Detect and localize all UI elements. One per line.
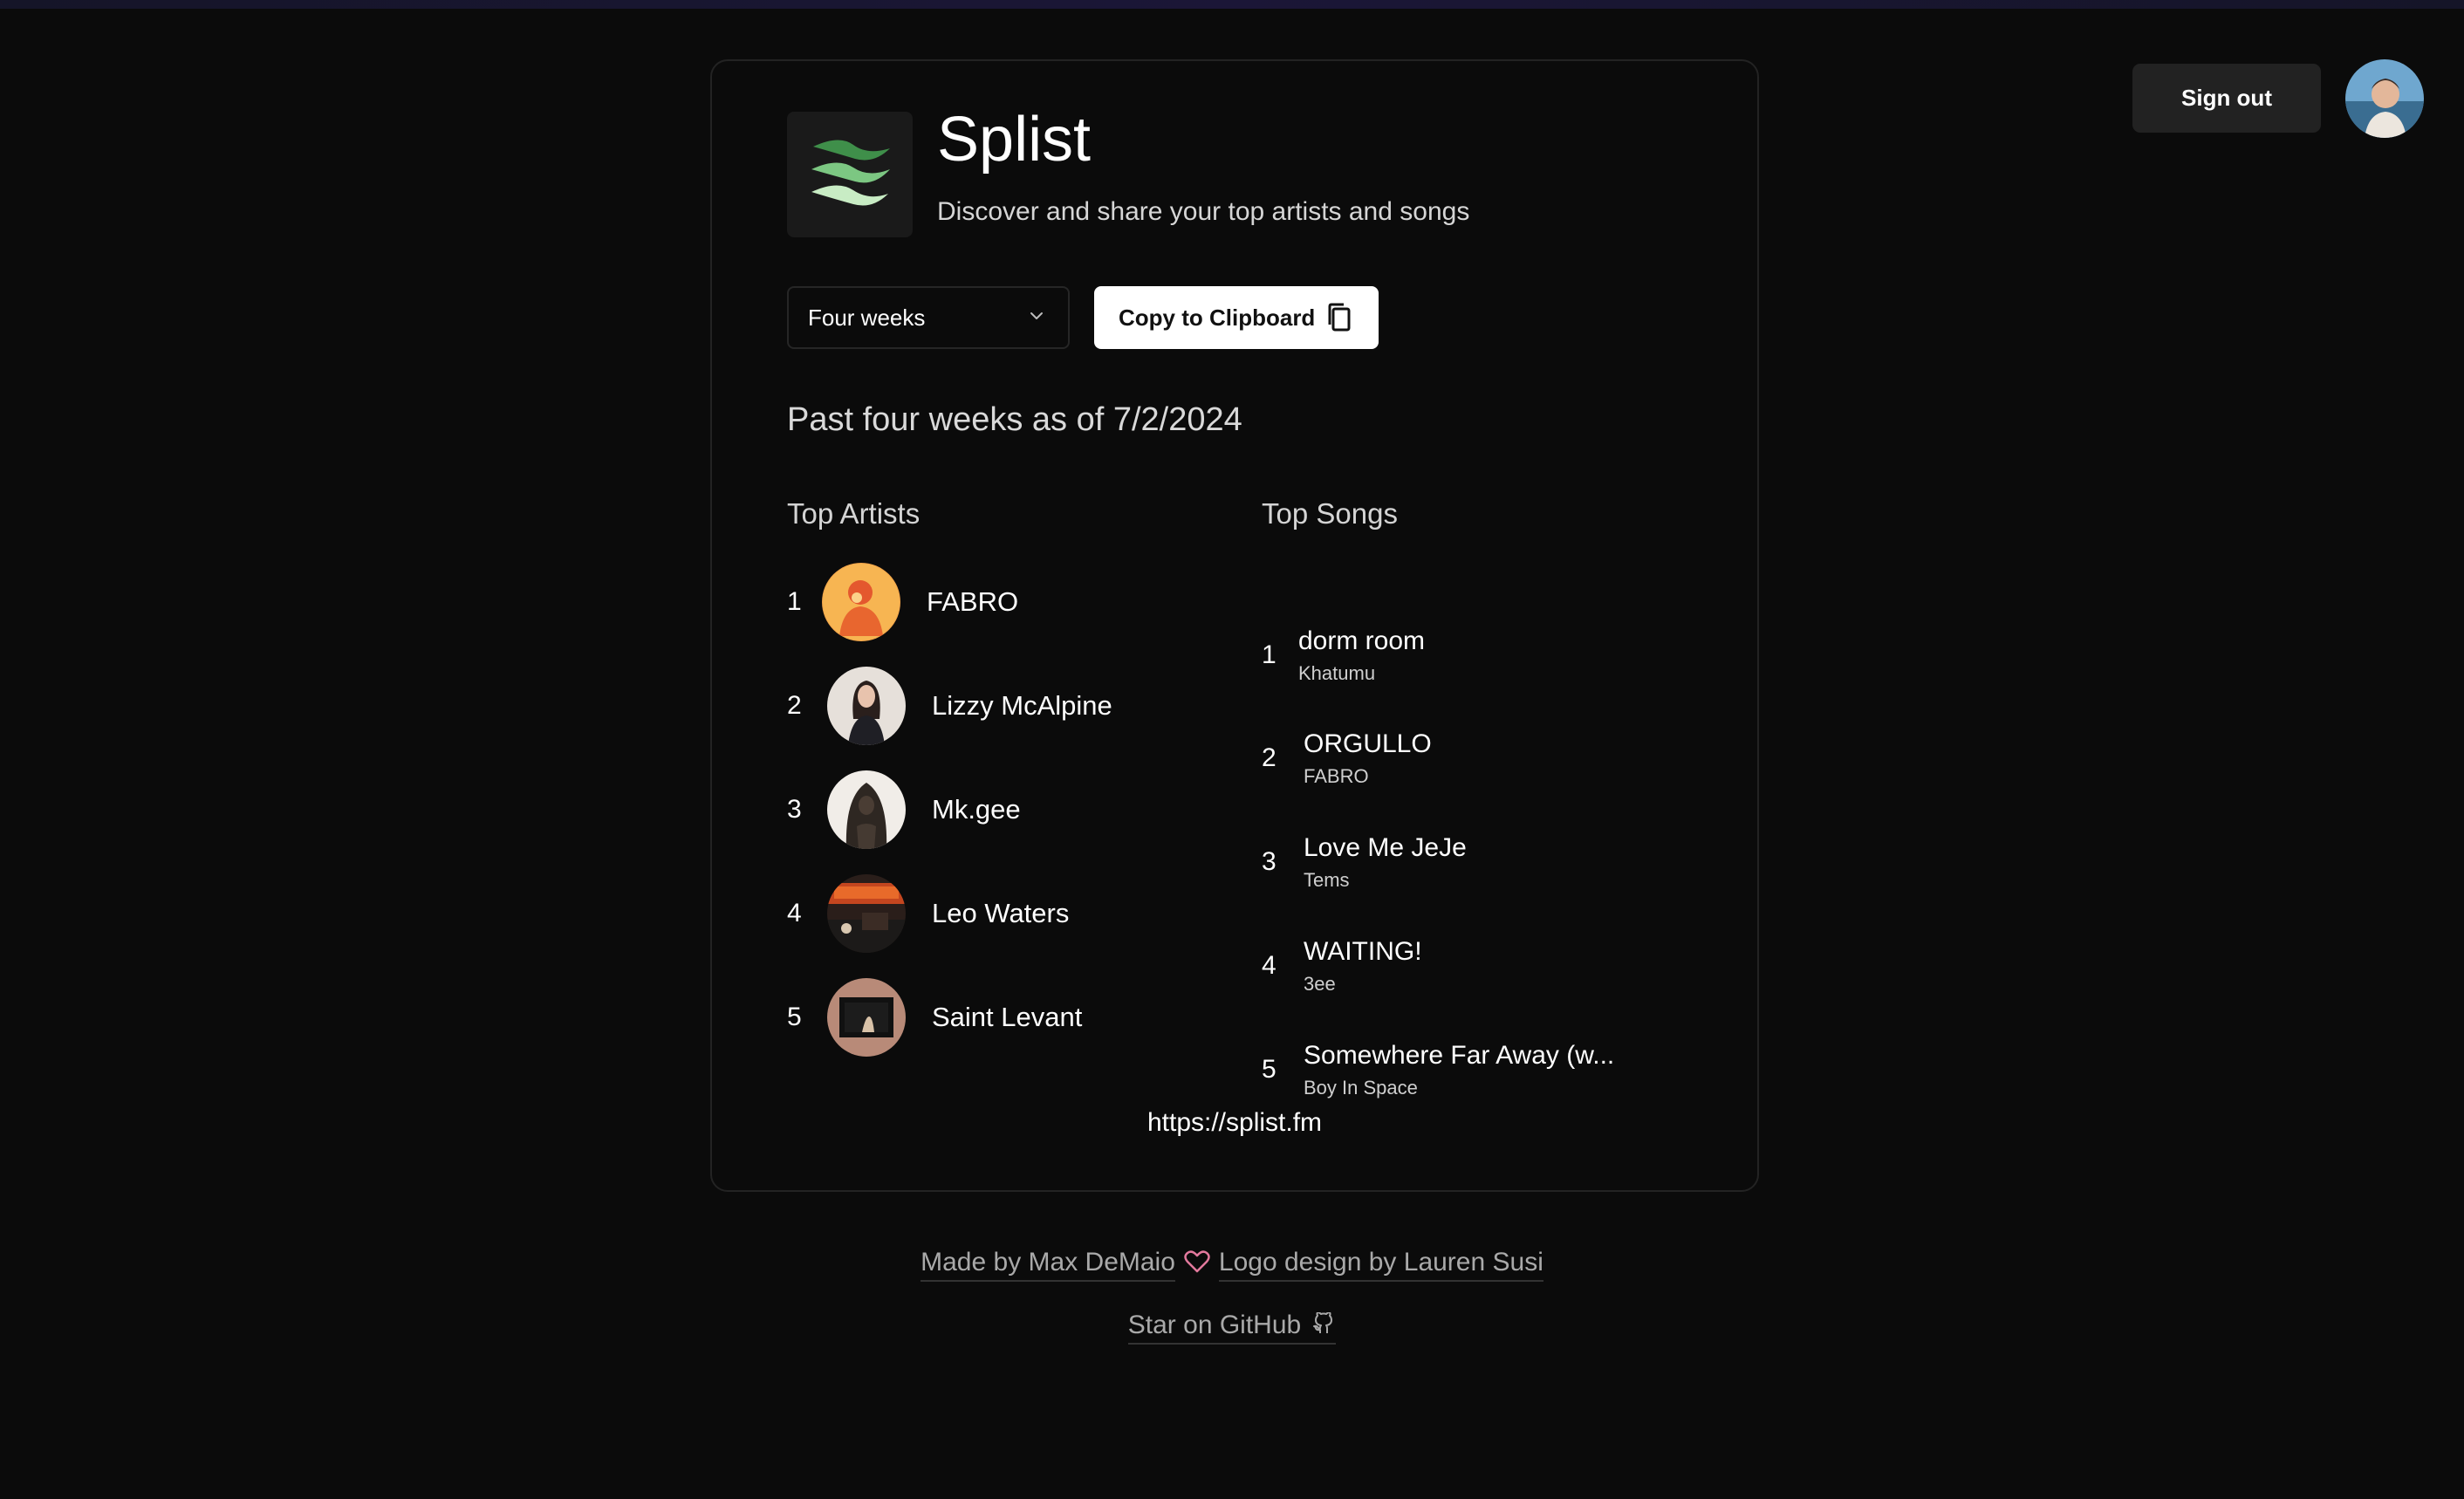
- song-row[interactable]: 2 ORGULLO FABRO: [1262, 719, 1432, 797]
- song-artist: 3ee: [1304, 973, 1336, 995]
- song-rank: 2: [1262, 743, 1276, 772]
- artist-rank: 5: [787, 1003, 802, 1031]
- song-row[interactable]: 4 WAITING! 3ee: [1262, 927, 1422, 1005]
- artist-avatar: [827, 978, 906, 1057]
- top-accent-bar: [0, 0, 2464, 9]
- artist-rank: 2: [787, 691, 802, 720]
- copy-to-clipboard-button[interactable]: Copy to Clipboard: [1094, 286, 1379, 349]
- logo-by-link[interactable]: Logo design by Lauren Susi: [1218, 1248, 1543, 1282]
- artist-avatar: [822, 563, 900, 641]
- song-title: dorm room: [1298, 626, 1426, 655]
- artist-row[interactable]: 3 Mk.gee: [787, 770, 1021, 849]
- song-row[interactable]: 1 dorm room Khatumu: [1262, 616, 1425, 695]
- period-select-value: Four weeks: [808, 304, 926, 331]
- song-row[interactable]: 5 Somewhere Far Away (w... Boy In Space: [1262, 1030, 1614, 1109]
- song-title: Love Me JeJe: [1304, 833, 1467, 862]
- song-rank: 1: [1262, 640, 1276, 669]
- artist-avatar: [827, 667, 906, 745]
- top-songs-heading: Top Songs: [1262, 497, 1398, 530]
- chevron-down-icon: [1030, 312, 1043, 319]
- song-rank: 3: [1262, 847, 1276, 876]
- song-title: WAITING!: [1304, 937, 1422, 966]
- song-rank: 4: [1262, 951, 1276, 980]
- artist-row[interactable]: 1 FABRO: [787, 563, 1018, 641]
- artist-row[interactable]: 4 Leo Waters: [787, 874, 1069, 953]
- song-title: ORGULLO: [1304, 729, 1432, 758]
- github-icon: [1313, 1312, 1333, 1333]
- artist-name: Lizzy McAlpine: [932, 690, 1112, 721]
- song-artist: FABRO: [1304, 765, 1369, 787]
- song-artist: Tems: [1304, 869, 1350, 891]
- copy-button-label: Copy to Clipboard: [1119, 304, 1316, 331]
- artist-rank: 4: [787, 899, 802, 927]
- song-title: Somewhere Far Away (w...: [1304, 1041, 1615, 1070]
- period-heading: Past four weeks as of 7/2/2024: [787, 401, 1242, 438]
- period-select[interactable]: Four weeks: [787, 286, 1070, 349]
- made-by-link[interactable]: Made by Max DeMaio: [921, 1248, 1175, 1282]
- star-on-github-link[interactable]: Star on GitHub: [1127, 1311, 1337, 1345]
- song-rank: 5: [1262, 1055, 1276, 1084]
- artist-avatar: [827, 874, 906, 953]
- user-avatar[interactable]: [2345, 59, 2424, 138]
- app-subtitle: Discover and share your top artists and …: [937, 197, 1470, 226]
- artist-name: Saint Levant: [932, 1002, 1083, 1032]
- stats-card: Splist Discover and share your top artis…: [710, 59, 1759, 1192]
- artist-rank: 1: [787, 587, 802, 616]
- artist-row[interactable]: 5 Saint Levant: [787, 978, 1082, 1057]
- artist-row[interactable]: 2 Lizzy McAlpine: [787, 667, 1112, 745]
- app-title: Splist: [937, 105, 1092, 175]
- heart-icon: [1184, 1250, 1210, 1273]
- artist-avatar: [827, 770, 906, 849]
- copy-icon: [1328, 303, 1351, 332]
- song-artist: Boy In Space: [1304, 1077, 1418, 1099]
- artist-name: Mk.gee: [932, 794, 1021, 825]
- splist-logo-icon: [787, 112, 913, 237]
- site-url: https://splist.fm: [1146, 1108, 1323, 1137]
- sign-out-button[interactable]: Sign out: [2132, 64, 2321, 133]
- artist-rank: 3: [787, 795, 802, 824]
- credits-line: Made by Max DeMaio Logo design by Lauren …: [0, 1248, 2464, 1282]
- song-artist: Khatumu: [1298, 662, 1376, 684]
- top-artists-heading: Top Artists: [787, 497, 921, 530]
- github-line: Star on GitHub: [0, 1311, 2464, 1345]
- github-link-label: Star on GitHub: [1127, 1311, 1302, 1339]
- artist-name: FABRO: [927, 586, 1019, 617]
- artist-name: Leo Waters: [932, 898, 1070, 928]
- song-row[interactable]: 3 Love Me JeJe Tems: [1262, 823, 1467, 901]
